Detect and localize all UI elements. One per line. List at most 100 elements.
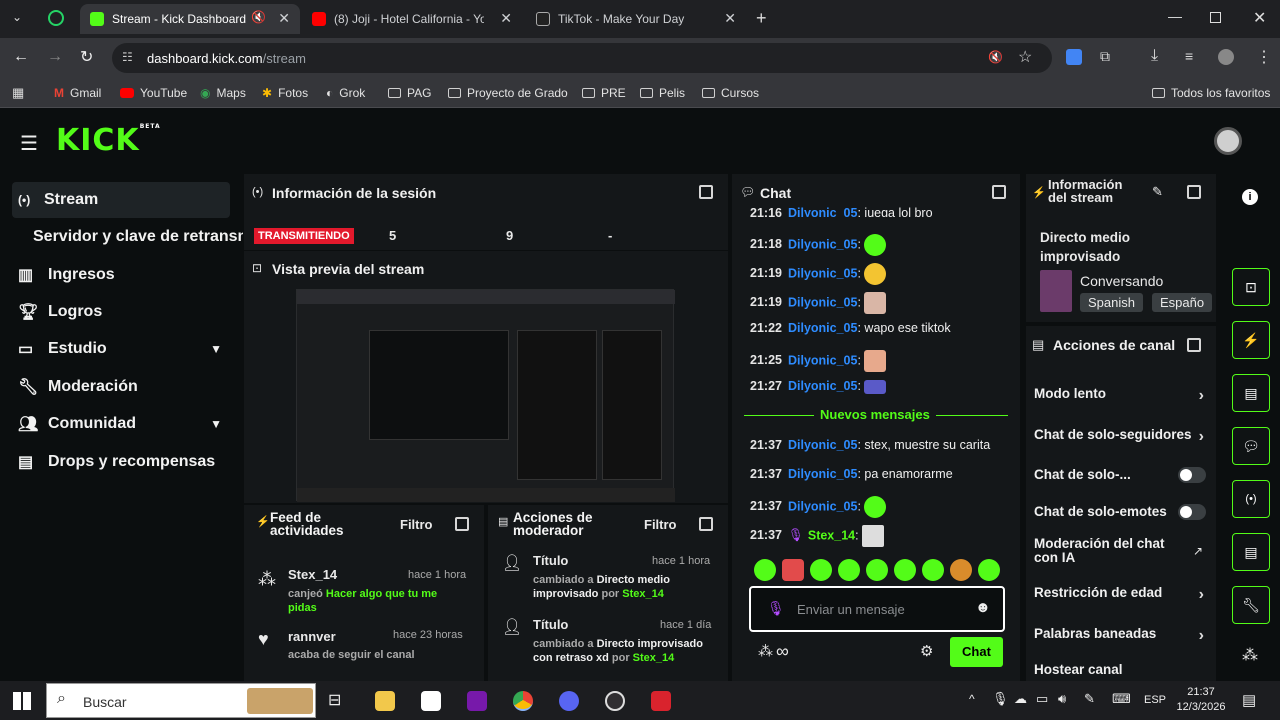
obs-icon[interactable] xyxy=(605,691,625,711)
mod-filter-button[interactable]: Filtro xyxy=(644,517,677,532)
kick-logo[interactable]: KICKBETA xyxy=(56,123,161,158)
apps-grid-icon[interactable]: ▦ xyxy=(12,85,24,101)
sidebar-item-estudio[interactable]: ▭ Estudio ▼ xyxy=(12,331,230,367)
rail-moderation-button[interactable]: 🔧︎ xyxy=(1232,586,1270,624)
reload-icon[interactable]: ↻ xyxy=(80,47,93,67)
expand-icon[interactable] xyxy=(1187,185,1201,199)
tag-espanol[interactable]: Españo xyxy=(1152,293,1212,312)
all-bookmarks[interactable]: Todos los favoritos xyxy=(1152,86,1270,100)
close-tab-icon[interactable]: ✕ xyxy=(724,10,736,27)
notion-icon[interactable] xyxy=(421,691,441,711)
emote-icon[interactable] xyxy=(894,559,916,581)
emote-icon[interactable] xyxy=(754,559,776,581)
back-icon[interactable]: ← xyxy=(13,48,29,66)
sidebar-item-comunidad[interactable]: 👥︎ Comunidad ▼ xyxy=(12,406,230,442)
forward-icon[interactable]: → xyxy=(47,48,63,66)
rail-more-icon[interactable]: ⁂ xyxy=(1242,645,1258,665)
action-banned-words[interactable]: Palabras baneadas › xyxy=(1034,626,1210,644)
taskbar-search-box[interactable]: ⌕ Buscar xyxy=(46,683,316,718)
rail-preview-button[interactable]: ⊡ xyxy=(1232,268,1270,306)
bookmark-gmail[interactable]: M Gmail xyxy=(54,86,101,100)
rail-session-button[interactable]: (•) xyxy=(1232,480,1270,518)
bookmark-cursos[interactable]: Cursos xyxy=(702,86,759,100)
bookmark-fotos[interactable]: ✱ Fotos xyxy=(262,86,308,100)
action-ai-moderation[interactable]: Moderación del chat con IA xyxy=(1034,537,1174,565)
emote-icon[interactable] xyxy=(866,559,888,581)
tag-spanish[interactable]: Spanish xyxy=(1080,293,1143,312)
tray-volume-icon[interactable]: 🔊︎ xyxy=(1058,691,1066,707)
emoji-icon[interactable]: ☻ xyxy=(975,599,991,616)
rail-actions-button[interactable]: ▤ xyxy=(1232,533,1270,571)
action-followers-only[interactable]: Chat de solo-seguidores › xyxy=(1034,427,1210,442)
whatsapp-icon[interactable] xyxy=(48,10,64,26)
mute-icon[interactable]: 🔇 xyxy=(251,10,266,24)
tab-kick-dashboard[interactable]: Stream - Kick Dashboard 🔇 ✕ xyxy=(80,4,300,34)
tray-pen-icon[interactable]: ✎ xyxy=(1084,691,1095,707)
app-red-icon[interactable] xyxy=(651,691,671,711)
info-icon[interactable]: i xyxy=(1242,189,1258,205)
sidebar-item-server-key[interactable]: Servidor y clave de retransm xyxy=(33,219,243,255)
sidebar-item-moderacion[interactable]: 🔧︎ Moderación xyxy=(12,369,230,405)
action-host-channel[interactable]: Hostear canal xyxy=(1034,662,1210,677)
category-label[interactable]: Conversando xyxy=(1080,273,1163,289)
emote-icon[interactable] xyxy=(810,559,832,581)
chat-input[interactable]: 🎙︎ Enviar un mensaje ☻ xyxy=(749,586,1005,632)
onenote-icon[interactable] xyxy=(467,691,487,711)
points-icon[interactable]: ⁂ xyxy=(758,642,773,660)
action-emotes-only[interactable]: Chat de solo-emotes xyxy=(1034,504,1210,520)
bookmark-pelis[interactable]: Pelis xyxy=(640,86,685,100)
emote-icon[interactable] xyxy=(782,559,804,581)
stream-preview-video[interactable] xyxy=(296,289,675,502)
expand-icon[interactable] xyxy=(699,517,713,531)
tray-mic-icon[interactable]: 🎙︎ xyxy=(992,691,1009,707)
expand-icon[interactable] xyxy=(455,517,469,531)
url-field[interactable]: ☷ dashboard.kick.com/stream 🔇 ☆ xyxy=(112,43,1052,73)
translate-icon[interactable] xyxy=(1066,49,1082,65)
tray-network-icon[interactable]: ▭ xyxy=(1036,691,1048,707)
bookmark-pre[interactable]: PRE xyxy=(582,86,626,100)
tray-chevron-up-icon[interactable]: ^ xyxy=(969,692,975,706)
sidebar-item-drops[interactable]: ▤ Drops y recompensas xyxy=(12,444,230,480)
expand-icon[interactable] xyxy=(992,185,1006,199)
action-subs-only[interactable]: Chat de solo-... xyxy=(1034,467,1210,483)
bookmark-pag[interactable]: PAG xyxy=(388,86,431,100)
bookmark-star-icon[interactable]: ☆ xyxy=(1018,47,1032,67)
bookmark-grok[interactable]: ◐ Grok xyxy=(326,86,365,100)
edit-pencil-icon[interactable]: ✎ xyxy=(1152,184,1163,200)
extensions-icon[interactable]: ⧉ xyxy=(1100,48,1110,65)
external-link-icon[interactable]: ↗ xyxy=(1193,544,1203,558)
notifications-icon[interactable]: ▤ xyxy=(1242,691,1256,709)
rail-activity-button[interactable]: ⚡ xyxy=(1232,321,1270,359)
user-avatar[interactable] xyxy=(1214,127,1242,155)
chat-settings-gear-icon[interactable]: ⚙ xyxy=(920,642,933,660)
sidebar-item-logros[interactable]: 🏆︎ Logros xyxy=(12,294,230,330)
sidebar-item-stream[interactable]: (•) Stream xyxy=(12,182,230,218)
action-age-restriction[interactable]: Restricción de edad › xyxy=(1034,585,1210,603)
profile-avatar-icon[interactable] xyxy=(1218,49,1234,65)
bookmark-proyecto[interactable]: Proyecto de Grado xyxy=(448,86,568,100)
feed-filter-button[interactable]: Filtro xyxy=(400,517,433,532)
expand-icon[interactable] xyxy=(1187,338,1201,352)
task-view-icon[interactable]: ⊟ xyxy=(328,690,341,710)
media-control-icon[interactable]: ≡ xyxy=(1185,48,1193,64)
tray-language[interactable]: ESP xyxy=(1144,694,1166,706)
download-icon[interactable]: ⤓ xyxy=(1151,47,1158,65)
rail-mod-button[interactable]: ▤ xyxy=(1232,374,1270,412)
feed-item-user[interactable]: Stex_14 xyxy=(288,567,337,582)
tab-list-chevron-icon[interactable]: ⌄ xyxy=(12,10,22,24)
emotes-only-toggle[interactable] xyxy=(1178,504,1206,520)
emote-icon[interactable] xyxy=(922,559,944,581)
emote-icon[interactable] xyxy=(838,559,860,581)
new-tab-icon[interactable]: + xyxy=(756,8,767,29)
restore-icon[interactable] xyxy=(1210,12,1221,23)
action-slow-mode[interactable]: Modo lento › xyxy=(1034,386,1210,404)
tab-muted-icon[interactable]: 🔇 xyxy=(988,50,1003,64)
sidebar-item-ingresos[interactable]: ▥ Ingresos xyxy=(12,257,230,293)
chrome-icon[interactable] xyxy=(513,691,533,711)
browser-menu-icon[interactable]: ⋮ xyxy=(1256,47,1272,67)
hamburger-menu-icon[interactable]: ☰ xyxy=(20,131,38,156)
feed-item-user[interactable]: rannver xyxy=(288,629,336,644)
close-window-icon[interactable]: ✕ xyxy=(1253,8,1266,28)
expand-icon[interactable] xyxy=(699,185,713,199)
tab-tiktok[interactable]: TikTok - Make Your Day ✕ xyxy=(526,4,746,34)
